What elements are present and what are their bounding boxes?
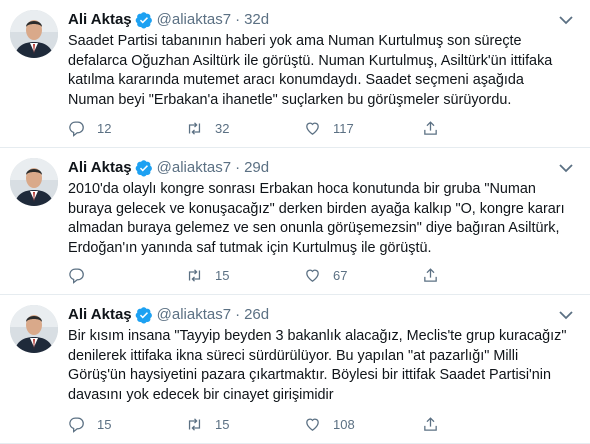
retweet-button[interactable]: 15 [186, 416, 304, 433]
retweet-button[interactable]: 15 [186, 267, 304, 284]
reply-count: 15 [97, 417, 112, 432]
reply-button[interactable]: 15 [68, 416, 186, 433]
tweet[interactable]: Ali Aktaş @aliaktas7 · 26d Bir kısım ins… [0, 295, 590, 444]
like-count: 108 [333, 417, 355, 432]
tweet[interactable]: Ali Aktaş @aliaktas7 · 29d 2010'da olayl… [0, 148, 590, 295]
retweet-count: 15 [215, 417, 230, 432]
heart-icon [306, 122, 319, 135]
avatar[interactable] [10, 158, 58, 206]
tweet-text: Bir kısım insana "Tayyip beyden 3 bakanl… [68, 328, 567, 403]
reply-count: 12 [97, 121, 112, 136]
author-name[interactable]: Ali Aktaş [68, 157, 132, 179]
share-button[interactable] [422, 267, 451, 284]
tweet-text: 2010'da olaylı kongre sonrası Erbakan ho… [68, 181, 565, 256]
like-count: 117 [333, 121, 354, 136]
retweet-count: 32 [215, 121, 230, 136]
like-button[interactable]: 67 [304, 267, 422, 284]
retweet-icon [188, 418, 201, 431]
reply-button[interactable] [68, 267, 186, 284]
like-button[interactable]: 117 [304, 120, 422, 137]
reply-icon [69, 268, 84, 284]
timestamp[interactable]: 26d [244, 304, 269, 326]
avatar[interactable] [10, 10, 58, 58]
retweet-icon [188, 122, 201, 135]
share-button[interactable] [422, 120, 451, 137]
tweet-actions: 15 67 [68, 267, 488, 284]
retweet-count: 15 [215, 268, 230, 283]
verified-badge-icon [135, 306, 153, 324]
verified-badge-icon [135, 159, 153, 177]
reply-button[interactable]: 12 [68, 120, 186, 137]
author-handle[interactable]: @aliaktas7 [157, 157, 231, 179]
tweet-header: Ali Aktaş @aliaktas7 · 32d [68, 9, 578, 31]
timestamp[interactable]: 29d [244, 157, 269, 179]
more-chevron-icon[interactable] [556, 160, 576, 176]
verified-badge-icon [135, 11, 153, 29]
timestamp[interactable]: 32d [244, 9, 269, 31]
author-name[interactable]: Ali Aktaş [68, 9, 132, 31]
author-name[interactable]: Ali Aktaş [68, 304, 132, 326]
retweet-button[interactable]: 32 [186, 120, 304, 137]
separator-dot: · [235, 306, 241, 323]
separator-dot: · [235, 159, 241, 176]
reply-icon [69, 417, 84, 433]
reply-icon [69, 121, 84, 137]
share-icon [424, 417, 437, 431]
author-handle[interactable]: @aliaktas7 [157, 9, 231, 31]
separator-dot: · [235, 11, 241, 28]
heart-icon [306, 418, 319, 431]
tweet-thread: Ali Aktaş @aliaktas7 · 32d Saadet Partis… [0, 0, 590, 444]
share-icon [424, 121, 437, 135]
author-handle[interactable]: @aliaktas7 [157, 304, 231, 326]
tweet[interactable]: Ali Aktaş @aliaktas7 · 32d Saadet Partis… [0, 0, 590, 148]
more-chevron-icon[interactable] [556, 307, 576, 323]
avatar[interactable] [10, 305, 58, 353]
tweet-actions: 15 15 108 [68, 416, 488, 433]
tweet-header: Ali Aktaş @aliaktas7 · 26d [68, 304, 578, 326]
tweet-text: Saadet Partisi tabanının haberi yok ama … [68, 33, 553, 108]
share-button[interactable] [422, 416, 451, 433]
heart-icon [306, 269, 319, 282]
like-count: 67 [333, 268, 348, 283]
more-chevron-icon[interactable] [556, 12, 576, 28]
share-icon [424, 268, 437, 282]
like-button[interactable]: 108 [304, 416, 422, 433]
tweet-actions: 12 32 117 [68, 120, 488, 137]
tweet-header: Ali Aktaş @aliaktas7 · 29d [68, 157, 578, 179]
retweet-icon [188, 269, 201, 282]
